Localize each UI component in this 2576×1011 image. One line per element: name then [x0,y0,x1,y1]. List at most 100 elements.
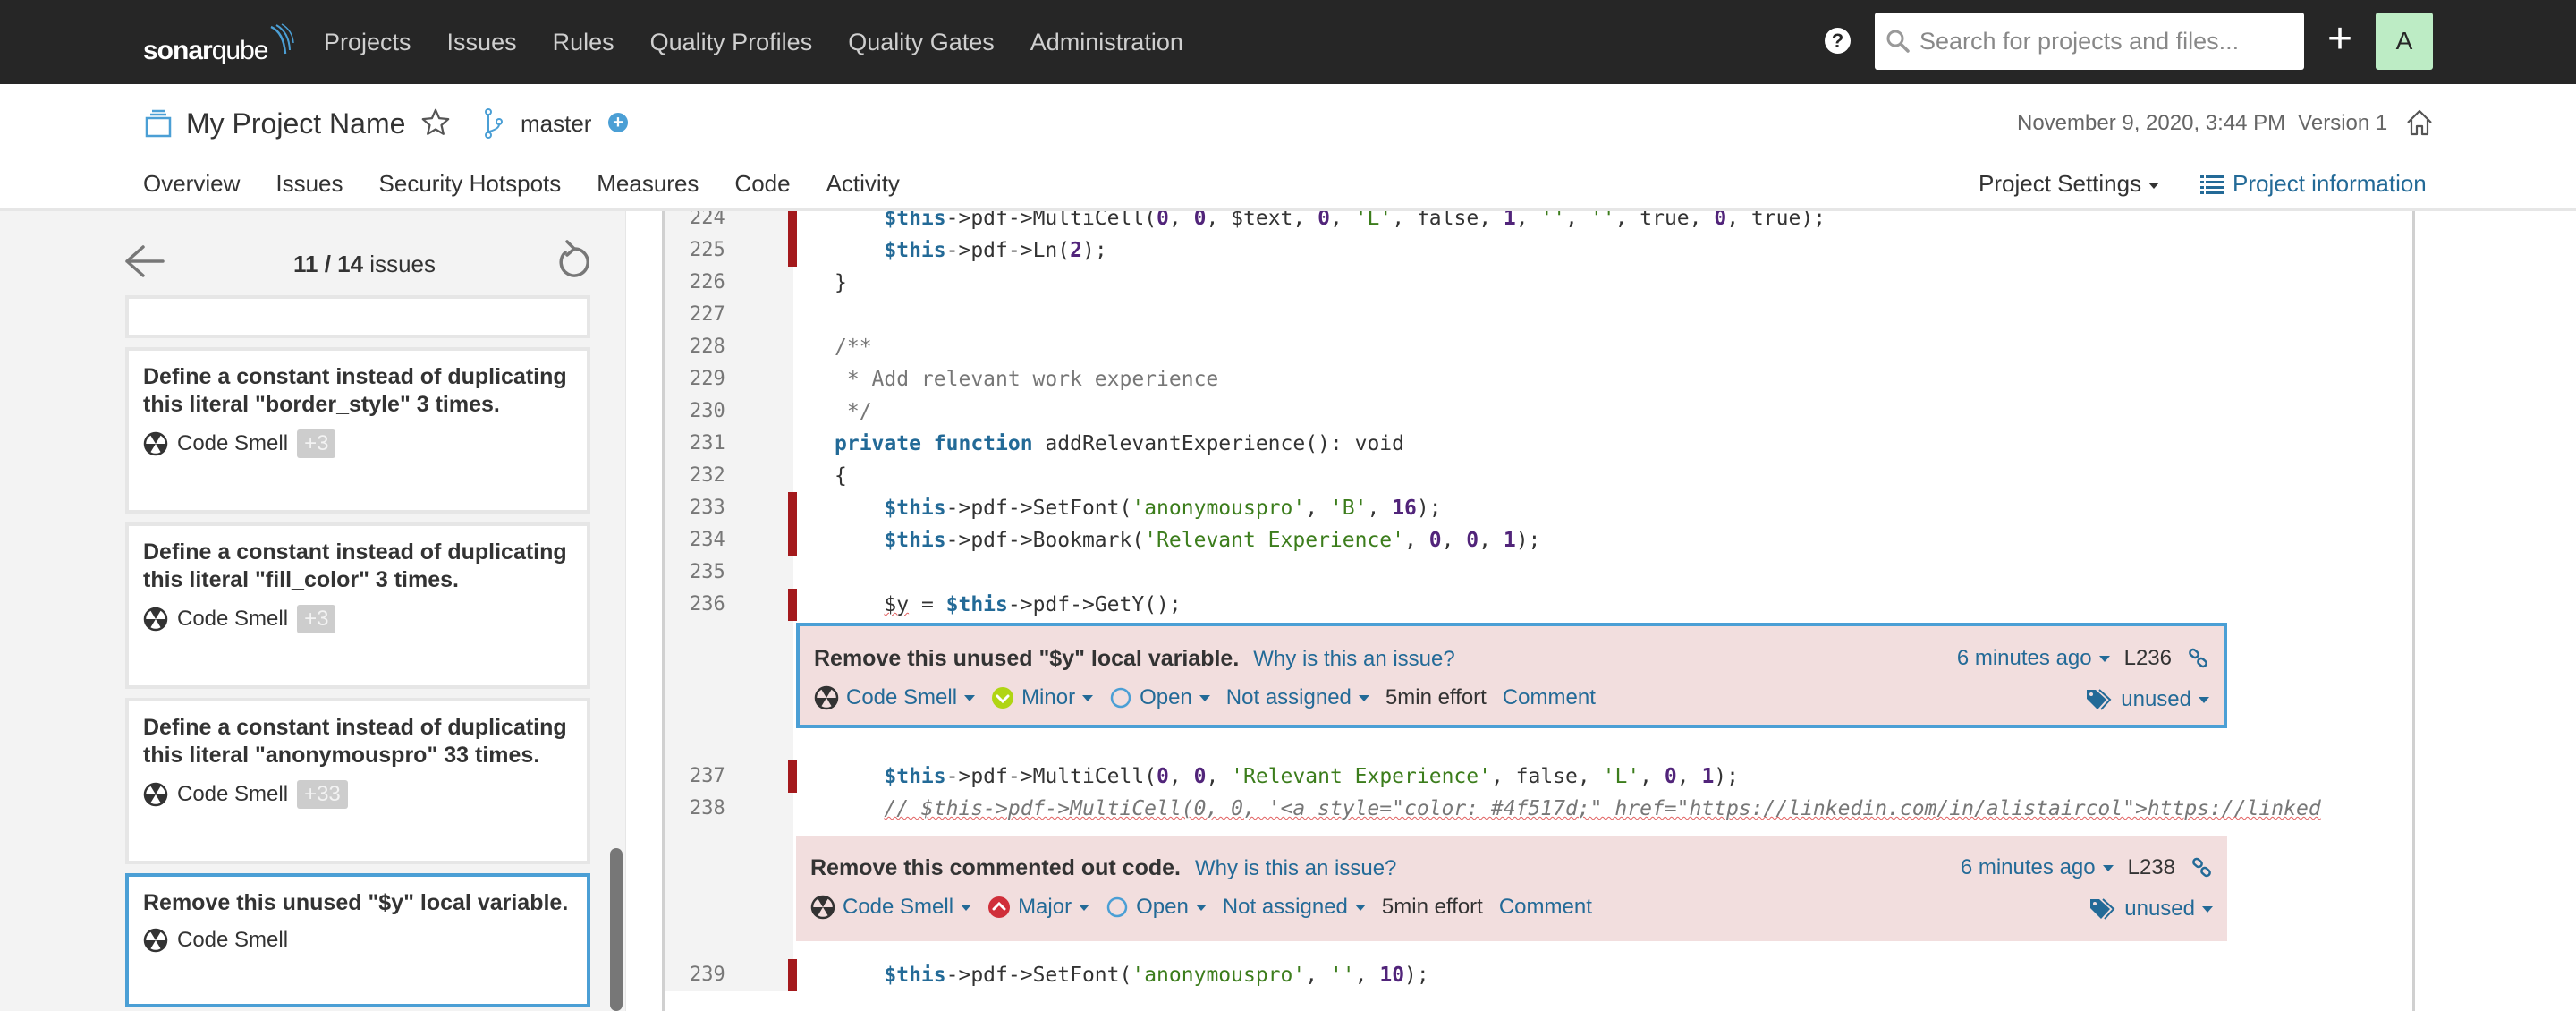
tab-code[interactable]: Code [734,170,790,207]
severity-dropdown[interactable]: Minor [991,685,1094,710]
line-number[interactable]: 226 [690,267,725,299]
search-icon [1886,30,1910,53]
branch-name[interactable]: master [521,110,591,138]
more-locations-badge: +33 [297,780,348,809]
tags-dropdown[interactable]: unused [2089,896,2213,922]
issue-marker[interactable] [788,959,797,991]
line-number[interactable]: 233 [690,492,725,524]
line-number[interactable]: 235 [690,556,725,589]
line-number[interactable]: 228 [690,331,725,363]
severity-dropdown[interactable]: Major [987,895,1090,920]
chevron-down-icon [2148,182,2160,189]
tab-measures[interactable]: Measures [597,170,699,207]
tags-dropdown[interactable]: unused [2085,687,2209,712]
code-line: 233 $this->pdf->SetFont('anonymouspro', … [665,492,2412,524]
code-line: 235 [665,556,2412,589]
line-number[interactable]: 225 [690,234,725,267]
issue-box[interactable]: Remove this commented out code. Why is t… [796,836,2227,941]
help-icon[interactable]: ? [1825,28,1851,54]
status-dropdown[interactable]: Open [1106,895,1207,920]
nav-administration[interactable]: Administration [1030,29,1183,56]
line-number[interactable]: 234 [690,524,725,556]
comment-button[interactable]: Comment [1503,685,1596,710]
code-line: 238 // $this->pdf->MultiCell(0, 0, '<a s… [665,793,2412,825]
issue-card-selected[interactable]: Remove this unused "$y" local variable. … [125,873,590,1007]
assignee-dropdown[interactable]: Not assigned [1226,685,1369,710]
refresh-icon[interactable] [555,240,592,281]
chevron-down-icon [2102,865,2114,872]
line-number[interactable]: 227 [690,299,725,331]
line-number[interactable]: 229 [690,363,725,395]
issue-type: Code Smell [177,431,289,455]
permalink-icon[interactable] [2188,648,2209,669]
issue-marker[interactable] [788,211,797,234]
tab-overview[interactable]: Overview [143,170,240,207]
issue-marker[interactable] [788,234,797,267]
project-settings-dropdown[interactable]: Project Settings [1979,170,2160,198]
issue-card[interactable]: Define a constant instead of duplicating… [125,347,590,514]
issue-card-partial[interactable] [125,295,590,338]
issue-list-scrollbar[interactable] [610,848,623,1011]
status-dropdown[interactable]: Open [1109,685,1210,710]
issue-age-dropdown[interactable]: 6 minutes ago [1957,646,2110,671]
chevron-down-icon [964,694,976,701]
line-number[interactable]: 236 [690,589,725,621]
effort-label: 5min effort [1381,895,1483,919]
code-line: 236 $y = $this->pdf->GetY(); [665,589,2412,621]
sonarqube-logo[interactable]: sonar qube [143,16,295,66]
line-number[interactable]: 239 [690,959,725,991]
line-number[interactable]: 231 [690,428,725,460]
line-number[interactable]: 224 [690,211,725,234]
comment-button[interactable]: Comment [1499,895,1592,920]
issue-age-dropdown[interactable]: 6 minutes ago [1961,855,2114,880]
tab-security-hotspots[interactable]: Security Hotspots [379,170,562,207]
issue-message[interactable]: Remove this unused "$y" local variable. [814,646,1239,672]
issue-message[interactable]: Remove this commented out code. [810,855,1181,881]
issue-marker[interactable] [788,760,797,793]
assignee-dropdown[interactable]: Not assigned [1223,895,1366,920]
chevron-down-icon [961,904,972,911]
line-number[interactable]: 238 [690,793,725,825]
issue-type: Code Smell [177,607,289,631]
code-line: 229 * Add relevant work experience [665,363,2412,395]
issue-type-dropdown[interactable]: Code Smell [810,895,972,920]
chevron-down-icon [1354,904,1366,911]
issue-marker[interactable] [788,589,797,621]
issue-marker[interactable] [788,524,797,556]
chevron-down-icon [1358,694,1369,701]
line-number[interactable]: 232 [690,460,725,492]
nav-projects[interactable]: Projects [324,29,411,56]
why-is-this-an-issue-link[interactable]: Why is this an issue? [1195,856,1396,881]
issue-card[interactable]: Define a constant instead of duplicating… [125,522,590,689]
add-branch-icon[interactable]: + [608,113,628,132]
favorite-star-icon[interactable] [420,107,451,138]
effort-label: 5min effort [1385,685,1487,709]
tab-issues[interactable]: Issues [275,170,343,216]
search-input[interactable] [1919,27,2295,55]
nav-issues[interactable]: Issues [447,29,517,56]
tab-activity[interactable]: Activity [826,170,900,207]
code-smell-icon [810,895,835,920]
project-icon [145,109,172,138]
project-information-link[interactable]: Project information [2200,170,2427,198]
nav-quality-gates[interactable]: Quality Gates [848,29,995,56]
user-avatar[interactable]: A [2376,13,2433,70]
code-line: 224 $this->pdf->MultiCell(0, 0, $text, 0… [665,211,2412,234]
permalink-icon[interactable] [2191,857,2213,879]
issue-box-selected[interactable]: Remove this unused "$y" local variable. … [796,623,2227,728]
create-new-button[interactable]: + [2324,18,2356,63]
home-icon[interactable] [2404,107,2435,138]
nav-rules[interactable]: Rules [553,29,614,56]
issue-type-dropdown[interactable]: Code Smell [814,685,976,710]
issue-card[interactable]: Define a constant instead of duplicating… [125,698,590,864]
why-is-this-an-issue-link[interactable]: Why is this an issue? [1253,647,1454,672]
issue-marker[interactable] [788,492,797,524]
nav-quality-profiles[interactable]: Quality Profiles [650,29,813,56]
project-name[interactable]: My Project Name [186,107,405,140]
major-severity-icon [988,896,1011,918]
line-number[interactable]: 237 [690,760,725,793]
code-line: 232 { [665,460,2412,492]
line-number[interactable]: 230 [690,395,725,428]
code-smell-icon [143,607,168,632]
chevron-down-icon [2098,656,2110,663]
